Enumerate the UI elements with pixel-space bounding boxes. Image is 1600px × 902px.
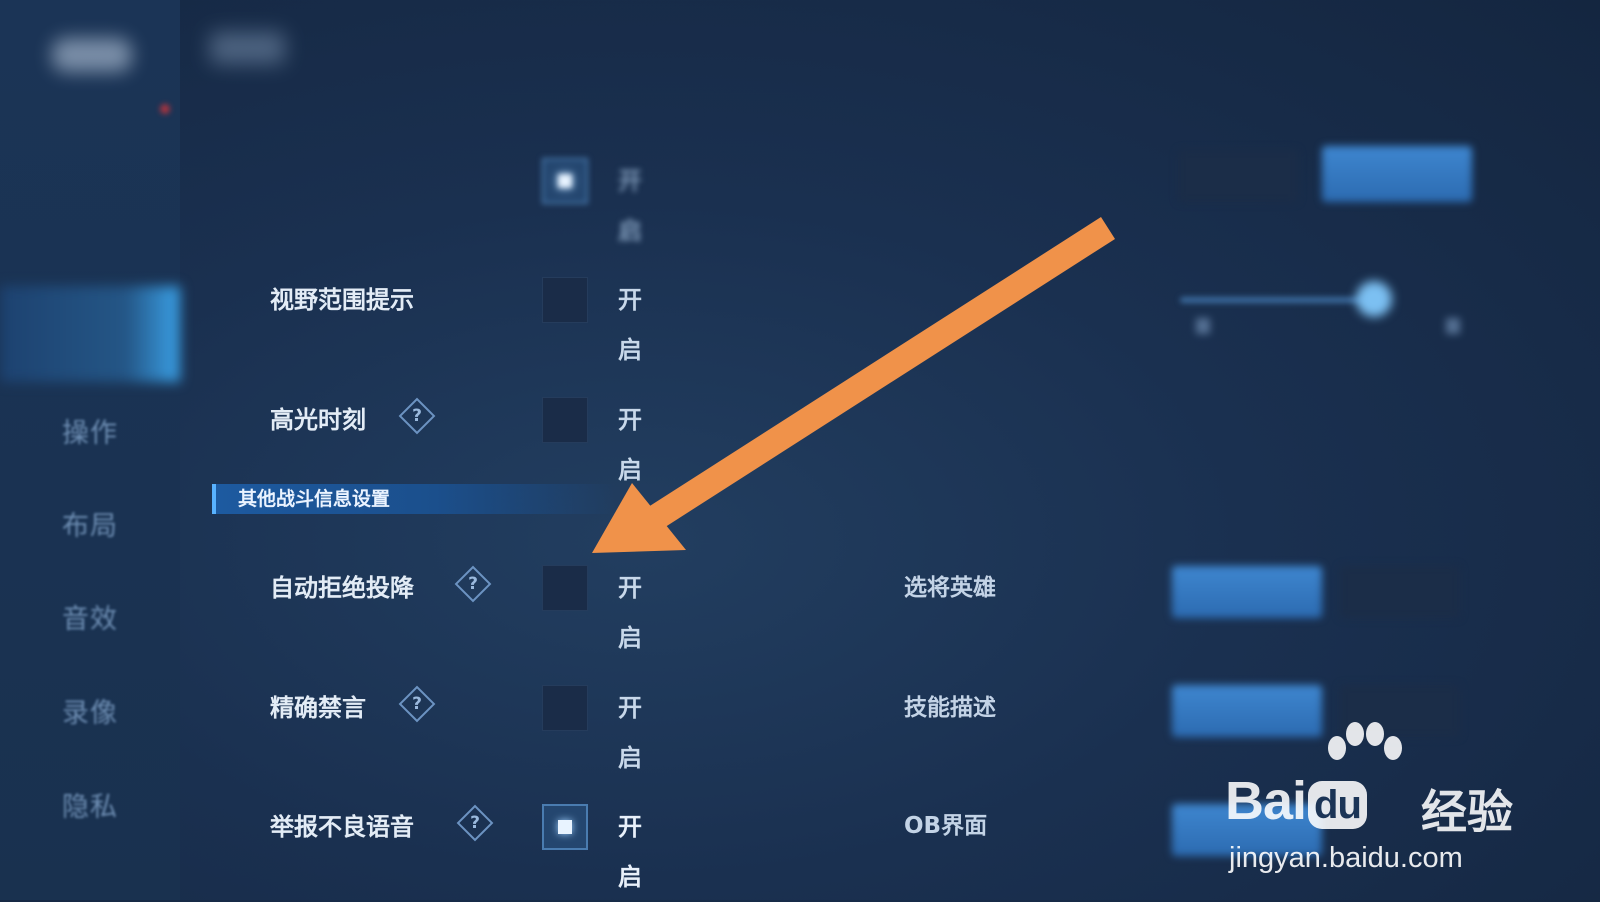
watermark-brand-du: du	[1308, 780, 1367, 829]
baidu-logo-text: Bai du	[1225, 770, 1369, 832]
watermark-url: jingyan.baidu.com	[1229, 842, 1463, 874]
watermark-brand-left: Bai	[1225, 771, 1307, 831]
baidu-watermark: Bai du 经验 jingyan.baidu.com	[1225, 722, 1575, 880]
watermark-cn: 经验	[1421, 785, 1513, 839]
